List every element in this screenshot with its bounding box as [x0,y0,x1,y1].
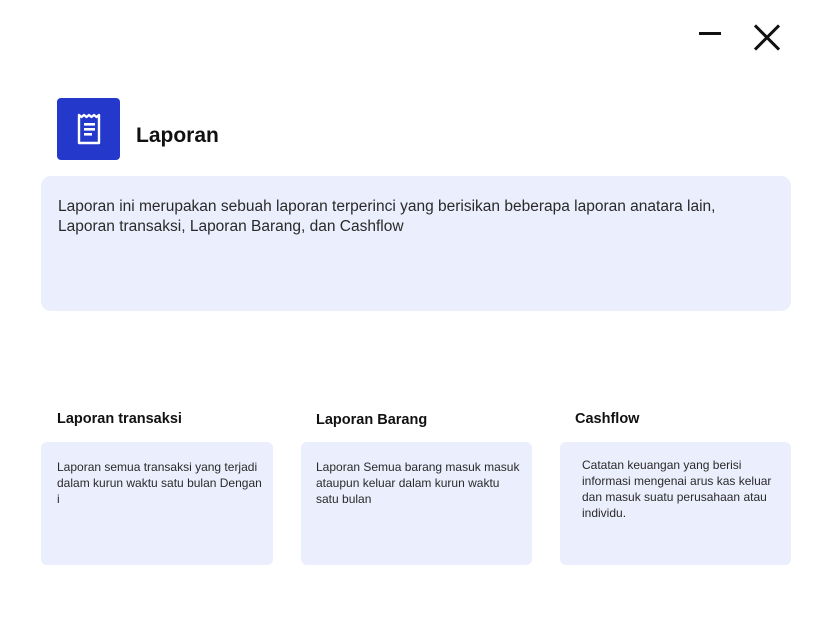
description-panel: Laporan ini merupakan sebuah laporan ter… [41,176,791,311]
card-title-laporan-transaksi: Laporan transaksi [57,411,182,427]
close-icon[interactable] [753,24,781,52]
card-text: Laporan Semua barang masuk masuk ataupun… [316,460,520,506]
card-text: Catatan keuangan yang berisi informasi m… [582,458,772,520]
card-laporan-barang[interactable]: Laporan Semua barang masuk masuk ataupun… [301,442,532,565]
receipt-icon [57,98,120,160]
page-title: Laporan [136,124,219,147]
card-title-laporan-barang: Laporan Barang [316,412,428,428]
card-laporan-transaksi[interactable]: Laporan semua transaksi yang terjadi dal… [41,442,273,565]
card-title-cashflow: Cashflow [575,411,640,427]
minimize-icon[interactable] [699,22,721,44]
card-text: Laporan semua transaksi yang terjadi dal… [57,460,262,506]
description-text: Laporan ini merupakan sebuah laporan ter… [58,198,716,235]
card-cashflow[interactable]: Catatan keuangan yang berisi informasi m… [560,442,791,565]
